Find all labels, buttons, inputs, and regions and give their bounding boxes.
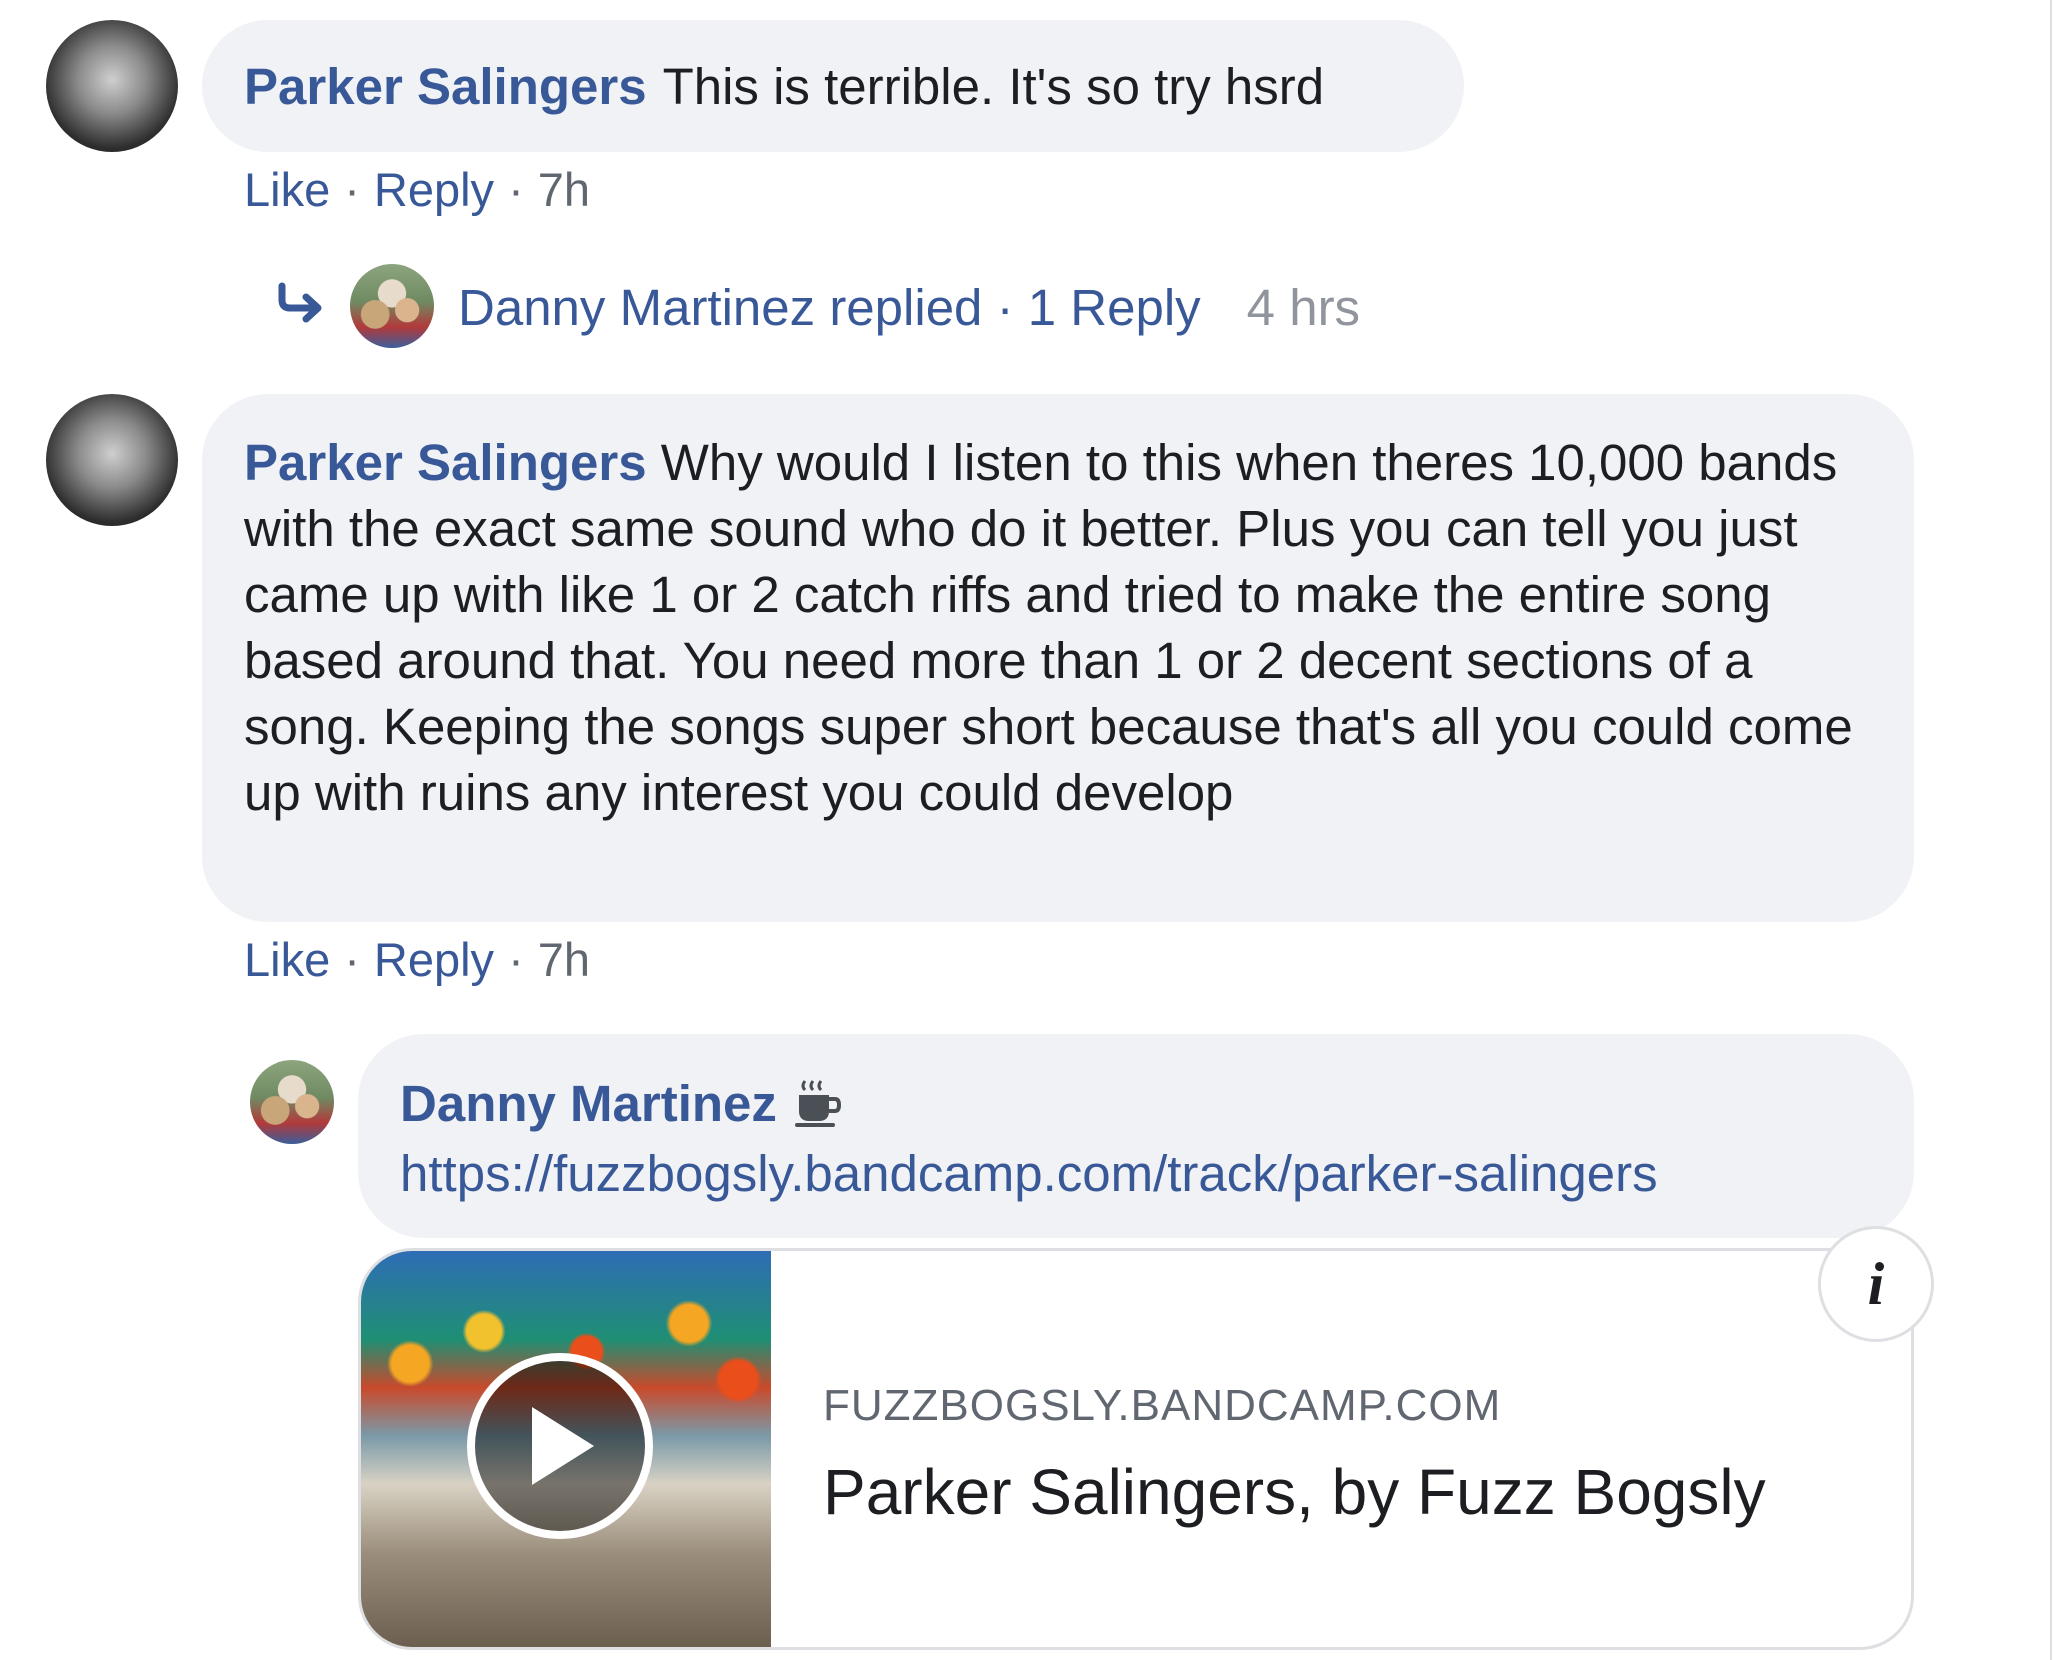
right-divider	[2050, 0, 2052, 1660]
comment-bubble-1: Parker Salingers This is terrible. It's …	[202, 20, 1464, 152]
comment-timestamp[interactable]: 7h	[538, 932, 590, 987]
reply-link[interactable]: Reply	[374, 162, 494, 217]
reply-link[interactable]: Reply	[374, 932, 494, 987]
avatar-parker-2[interactable]	[46, 394, 178, 526]
play-button[interactable]	[467, 1353, 653, 1539]
info-button[interactable]: i	[1818, 1226, 1934, 1342]
like-link[interactable]: Like	[244, 932, 330, 987]
avatar-danny[interactable]	[250, 1060, 334, 1144]
comment-timestamp[interactable]: 7h	[538, 162, 590, 217]
comment-author[interactable]: Parker Salingers	[244, 57, 647, 116]
reply-author[interactable]: Danny Martinez	[400, 1074, 777, 1133]
comment-author[interactable]: Parker Salingers	[244, 434, 647, 491]
link-preview-card[interactable]: FUZZBOGSLY.BANDCAMP.COM Parker Salingers…	[358, 1248, 1914, 1650]
coffee-cup-icon	[791, 1077, 843, 1129]
play-icon	[532, 1407, 594, 1485]
comment-actions-1: Like · Reply · 7h	[244, 158, 590, 220]
separator: ·	[344, 162, 360, 216]
like-link[interactable]: Like	[244, 162, 330, 217]
preview-domain: FUZZBOGSLY.BANDCAMP.COM	[823, 1381, 1502, 1430]
avatar-danny-small[interactable]	[350, 264, 434, 348]
replies-summary-text[interactable]: Danny Martinez replied · 1 Reply	[458, 278, 1201, 337]
reply-bubble: Danny Martinez https://fuzzbogsly.bandca…	[358, 1034, 1914, 1238]
comment-text: Why would I listen to this when theres 1…	[244, 434, 1853, 821]
separator: ·	[344, 932, 360, 986]
comment-text: This is terrible. It's so try hsrd	[662, 57, 1325, 115]
view-replies-link[interactable]: Danny Martinez replied · 1 Reply 4 hrs	[458, 276, 1360, 338]
separator: ·	[508, 932, 524, 986]
separator: ·	[508, 162, 524, 216]
reply-arrow-icon	[276, 282, 328, 326]
comment-actions-2: Like · Reply · 7h	[244, 928, 590, 990]
replies-summary-time: 4 hrs	[1246, 278, 1361, 336]
avatar-parker-1[interactable]	[46, 20, 178, 152]
info-icon: i	[1867, 1250, 1885, 1317]
reply-link-url[interactable]: https://fuzzbogsly.bandcamp.com/track/pa…	[400, 1144, 1872, 1203]
comment-bubble-2: Parker Salingers Why would I listen to t…	[202, 394, 1914, 922]
preview-title[interactable]: Parker Salingers, by Fuzz Bogsly	[823, 1455, 1766, 1529]
